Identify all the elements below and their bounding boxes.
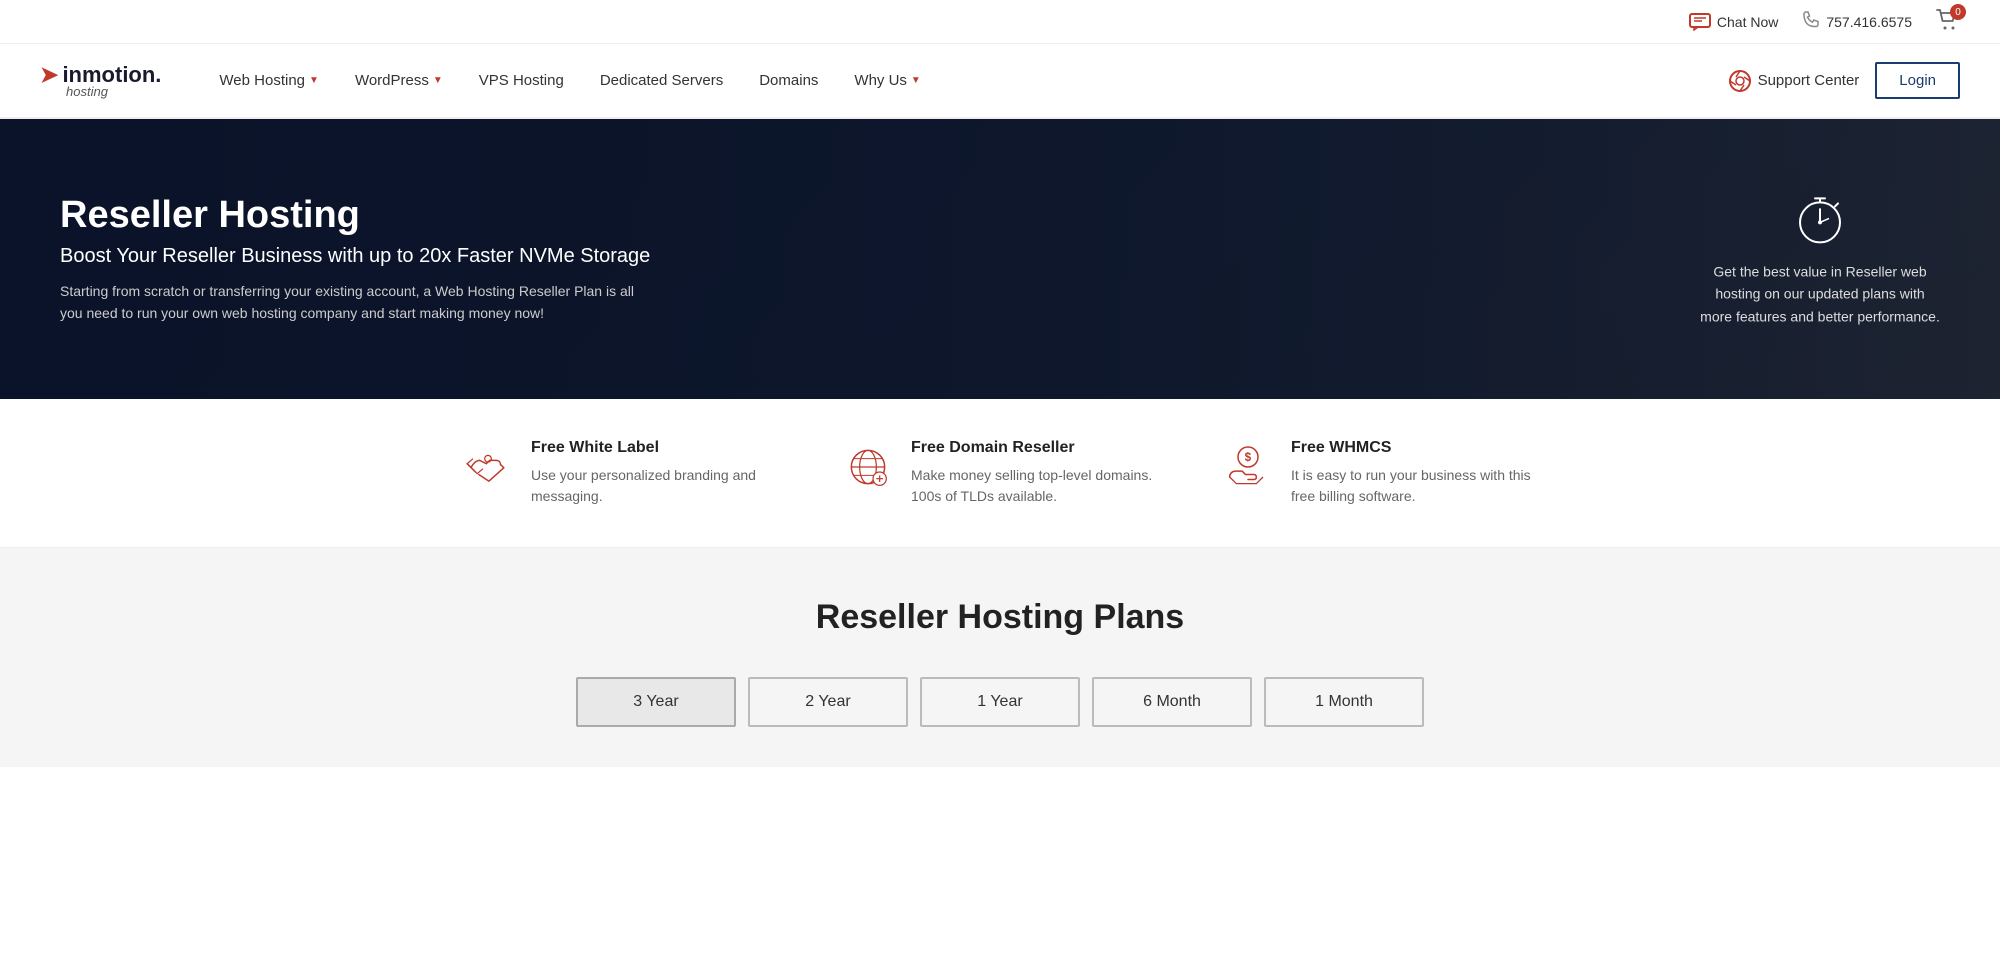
chevron-down-icon: ▼ xyxy=(309,75,319,86)
hero-right-description: Get the best value in Reseller web hosti… xyxy=(1700,260,1940,327)
logo[interactable]: ➤ inmotion. hosting xyxy=(40,50,161,111)
cart-button[interactable]: 0 xyxy=(1936,8,1960,35)
nav-web-hosting[interactable]: Web Hosting ▼ xyxy=(201,44,337,117)
feature-whmcs: $ Free WHMCS It is easy to run your busi… xyxy=(1190,439,1570,507)
top-bar: Chat Now 757.416.6575 0 xyxy=(0,0,2000,44)
feature-white-label-title: Free White Label xyxy=(531,439,780,457)
phone-number: 757.416.6575 xyxy=(1826,14,1912,30)
support-center-label: Support Center xyxy=(1758,72,1860,89)
plan-tabs: 3 Year 2 Year 1 Year 6 Month 1 Month xyxy=(40,677,1960,727)
support-center-link[interactable]: Support Center xyxy=(1728,69,1860,93)
logo-wing-icon: ➤ xyxy=(40,62,58,88)
nav-vps-hosting[interactable]: VPS Hosting xyxy=(461,44,582,117)
plan-tab-2year[interactable]: 2 Year xyxy=(748,677,908,727)
login-button[interactable]: Login xyxy=(1875,62,1960,99)
hero-subtitle: Boost Your Reseller Business with up to … xyxy=(60,245,660,268)
phone-contact[interactable]: 757.416.6575 xyxy=(1802,11,1912,32)
hero-section: Reseller Hosting Boost Your Reseller Bus… xyxy=(0,119,2000,399)
feature-domain-desc: Make money selling top-level domains. 10… xyxy=(911,465,1160,507)
handshake-icon xyxy=(460,439,515,494)
svg-text:$: $ xyxy=(1244,451,1251,464)
dollar-hand-icon: $ xyxy=(1220,439,1275,494)
stopwatch-icon xyxy=(1700,190,1940,250)
plans-section-title: Reseller Hosting Plans xyxy=(40,598,1960,637)
plans-section: Reseller Hosting Plans 3 Year 2 Year 1 Y… xyxy=(0,548,2000,767)
hero-body: Starting from scratch or transferring yo… xyxy=(60,280,660,325)
support-icon xyxy=(1728,69,1752,93)
main-nav: Web Hosting ▼ WordPress ▼ VPS Hosting De… xyxy=(201,44,1960,117)
feature-whmcs-desc: It is easy to run your business with thi… xyxy=(1291,465,1540,507)
logo-sub-text: hosting xyxy=(66,84,108,99)
chevron-down-icon: ▼ xyxy=(911,75,921,86)
nav-domains[interactable]: Domains xyxy=(741,44,836,117)
chat-now-button[interactable]: Chat Now xyxy=(1689,13,1778,31)
cart-badge: 0 xyxy=(1950,4,1966,20)
chat-label: Chat Now xyxy=(1717,14,1778,30)
hero-title: Reseller Hosting xyxy=(60,194,660,237)
hero-right-panel: Get the best value in Reseller web hosti… xyxy=(1700,190,1940,327)
nav-why-us[interactable]: Why Us ▼ xyxy=(836,44,938,117)
feature-whmcs-title: Free WHMCS xyxy=(1291,439,1540,457)
nav-right-area: Support Center Login xyxy=(1728,62,1960,99)
plan-tab-1month[interactable]: 1 Month xyxy=(1264,677,1424,727)
nav-dedicated-servers[interactable]: Dedicated Servers xyxy=(582,44,741,117)
phone-icon xyxy=(1802,11,1820,32)
feature-domain-title: Free Domain Reseller xyxy=(911,439,1160,457)
plan-tab-3year[interactable]: 3 Year xyxy=(576,677,736,727)
nav-wordpress[interactable]: WordPress ▼ xyxy=(337,44,461,117)
feature-white-label-desc: Use your personalized branding and messa… xyxy=(531,465,780,507)
plan-tab-1year[interactable]: 1 Year xyxy=(920,677,1080,727)
chat-icon xyxy=(1689,13,1711,31)
feature-white-label: Free White Label Use your personalized b… xyxy=(430,439,810,507)
chevron-down-icon: ▼ xyxy=(433,75,443,86)
plan-tab-6month[interactable]: 6 Month xyxy=(1092,677,1252,727)
hero-content: Reseller Hosting Boost Your Reseller Bus… xyxy=(0,194,720,325)
features-strip: Free White Label Use your personalized b… xyxy=(0,399,2000,548)
feature-domain-reseller: Free Domain Reseller Make money selling … xyxy=(810,439,1190,507)
globe-icon xyxy=(840,439,895,494)
main-header: ➤ inmotion. hosting Web Hosting ▼ WordPr… xyxy=(0,44,2000,119)
